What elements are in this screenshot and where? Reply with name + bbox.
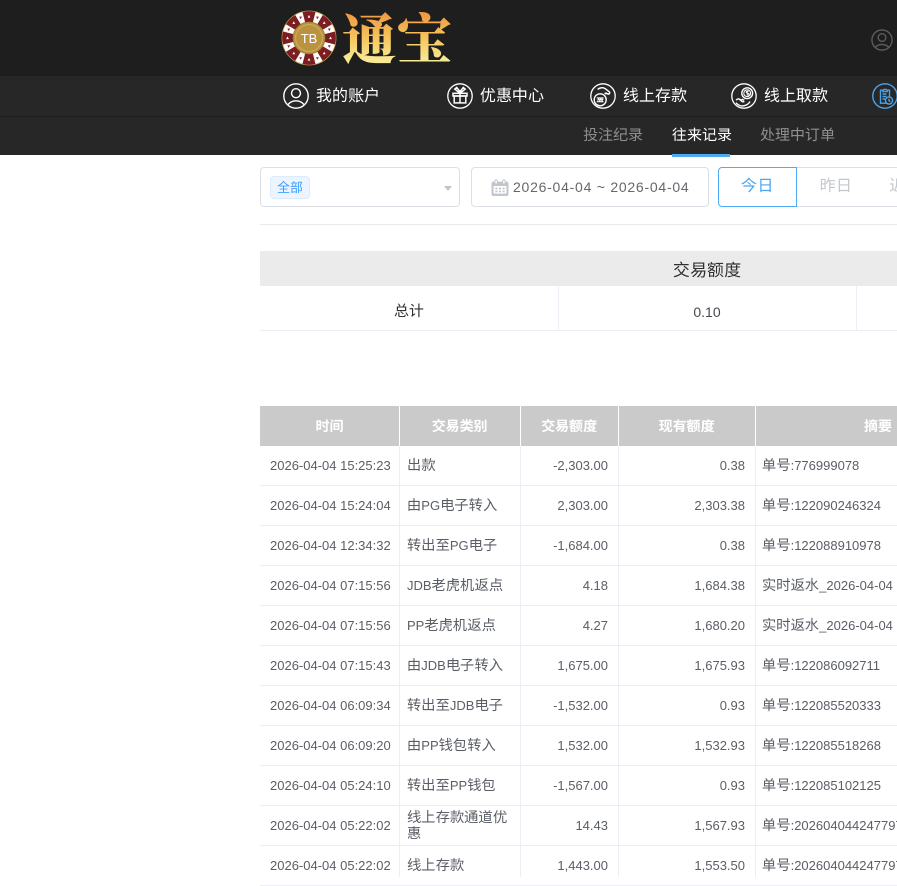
svg-text:TB: TB xyxy=(301,31,318,46)
